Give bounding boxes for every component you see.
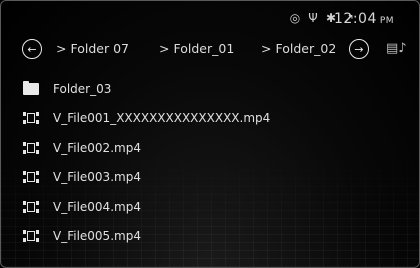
breadcrumb-folder-01[interactable]: > Folder_01 (159, 41, 234, 56)
film-icon (23, 230, 39, 243)
list-item-video[interactable]: V_File003.mp4 (1, 163, 419, 193)
item-name: Folder_03 (53, 81, 112, 96)
film-icon (23, 112, 39, 125)
status-bar: ◎ Ψ ✱ ↗ 12:04 PM (1, 1, 419, 37)
list-item-video[interactable]: V_File002.mp4 (1, 133, 419, 163)
item-name: V_File002.mp4 (53, 140, 141, 155)
arrow-left-icon: ← (27, 42, 37, 56)
folder-icon (23, 80, 39, 95)
item-name: V_File004.mp4 (53, 199, 141, 214)
breadcrumb-label: Folder_02 (275, 41, 337, 56)
forward-button[interactable]: → (349, 39, 369, 59)
breadcrumb-folder-07[interactable]: > Folder 07 (56, 41, 129, 56)
chevron-right-icon: > (159, 41, 170, 56)
chevron-right-icon: > (56, 41, 67, 56)
list-item-video[interactable]: V_File001_XXXXXXXXXXXXXXX.mp4 (1, 104, 419, 134)
clock: 12:04 PM (334, 11, 394, 27)
item-name: V_File001_XXXXXXXXXXXXXXX.mp4 (53, 111, 271, 126)
clock-ampm: PM (379, 16, 395, 26)
breadcrumb-folder-02[interactable]: > Folder_02 (261, 41, 336, 56)
film-icon (23, 200, 39, 213)
disc-icon: ◎ (289, 11, 301, 25)
list-item-video[interactable]: V_File005.mp4 (1, 222, 419, 252)
file-list: Folder_03 V_File001_XXXXXXXXXXXXXXX.mp4 … (1, 74, 419, 251)
breadcrumb-label: Folder_01 (173, 41, 235, 56)
film-icon (23, 171, 39, 184)
breadcrumb-label: Folder 07 (70, 41, 129, 56)
arrow-right-icon: → (354, 42, 364, 56)
film-icon (23, 141, 39, 154)
chevron-right-icon: > (261, 41, 272, 56)
list-item-folder[interactable]: Folder_03 (1, 74, 419, 104)
media-source-icon[interactable]: ▤♪ (386, 41, 407, 56)
back-button[interactable]: ← (22, 39, 42, 59)
breadcrumb-bar: ← > Folder 07 > Folder_01 > Folder_02 → ▤♪ (1, 37, 419, 65)
media-browser-screen: ◎ Ψ ✱ ↗ 12:04 PM ← > Folder 07 > Folder_01 … (0, 0, 420, 268)
item-name: V_File003.mp4 (53, 170, 141, 185)
clock-time: 12:04 (334, 11, 377, 27)
usb-icon: Ψ (308, 11, 318, 25)
list-item-video[interactable]: V_File004.mp4 (1, 192, 419, 222)
item-name: V_File005.mp4 (53, 229, 141, 244)
